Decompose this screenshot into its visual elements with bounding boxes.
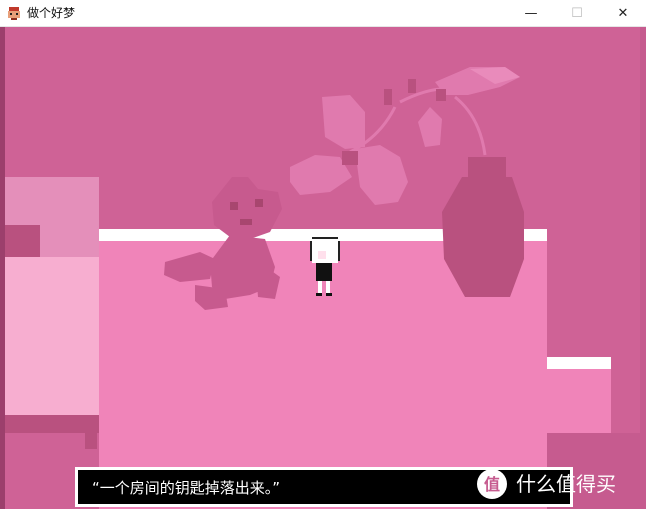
dialog-text: “一个房间的钥匙掉落出来。” — [92, 479, 281, 497]
title-bar[interactable]: 做个好梦 — ☐ ✕ — [0, 0, 646, 27]
bedroom-scene — [0, 27, 646, 509]
close-icon: ✕ — [617, 5, 629, 21]
minimize-button[interactable]: — — [508, 0, 554, 26]
minimize-icon: — — [524, 5, 538, 21]
watermark-logo-char: 值 — [484, 475, 500, 494]
watermark-text: 什么值得买 — [516, 472, 616, 496]
watermark: 值 什么值得买 — [477, 469, 616, 499]
maximize-icon: ☐ — [571, 5, 583, 21]
maximize-button[interactable]: ☐ — [554, 0, 600, 26]
game-app-icon — [8, 7, 20, 20]
game-viewport[interactable]: “一个房间的钥匙掉落出来。” 值 什么值得买 — [0, 27, 646, 509]
window-title: 做个好梦 — [27, 6, 76, 20]
game-window: 做个好梦 — ☐ ✕ “一个房间的钥匙掉落出来。” 值 什么值得买 — [0, 0, 646, 509]
close-button[interactable]: ✕ — [600, 0, 646, 26]
bed — [5, 177, 99, 449]
